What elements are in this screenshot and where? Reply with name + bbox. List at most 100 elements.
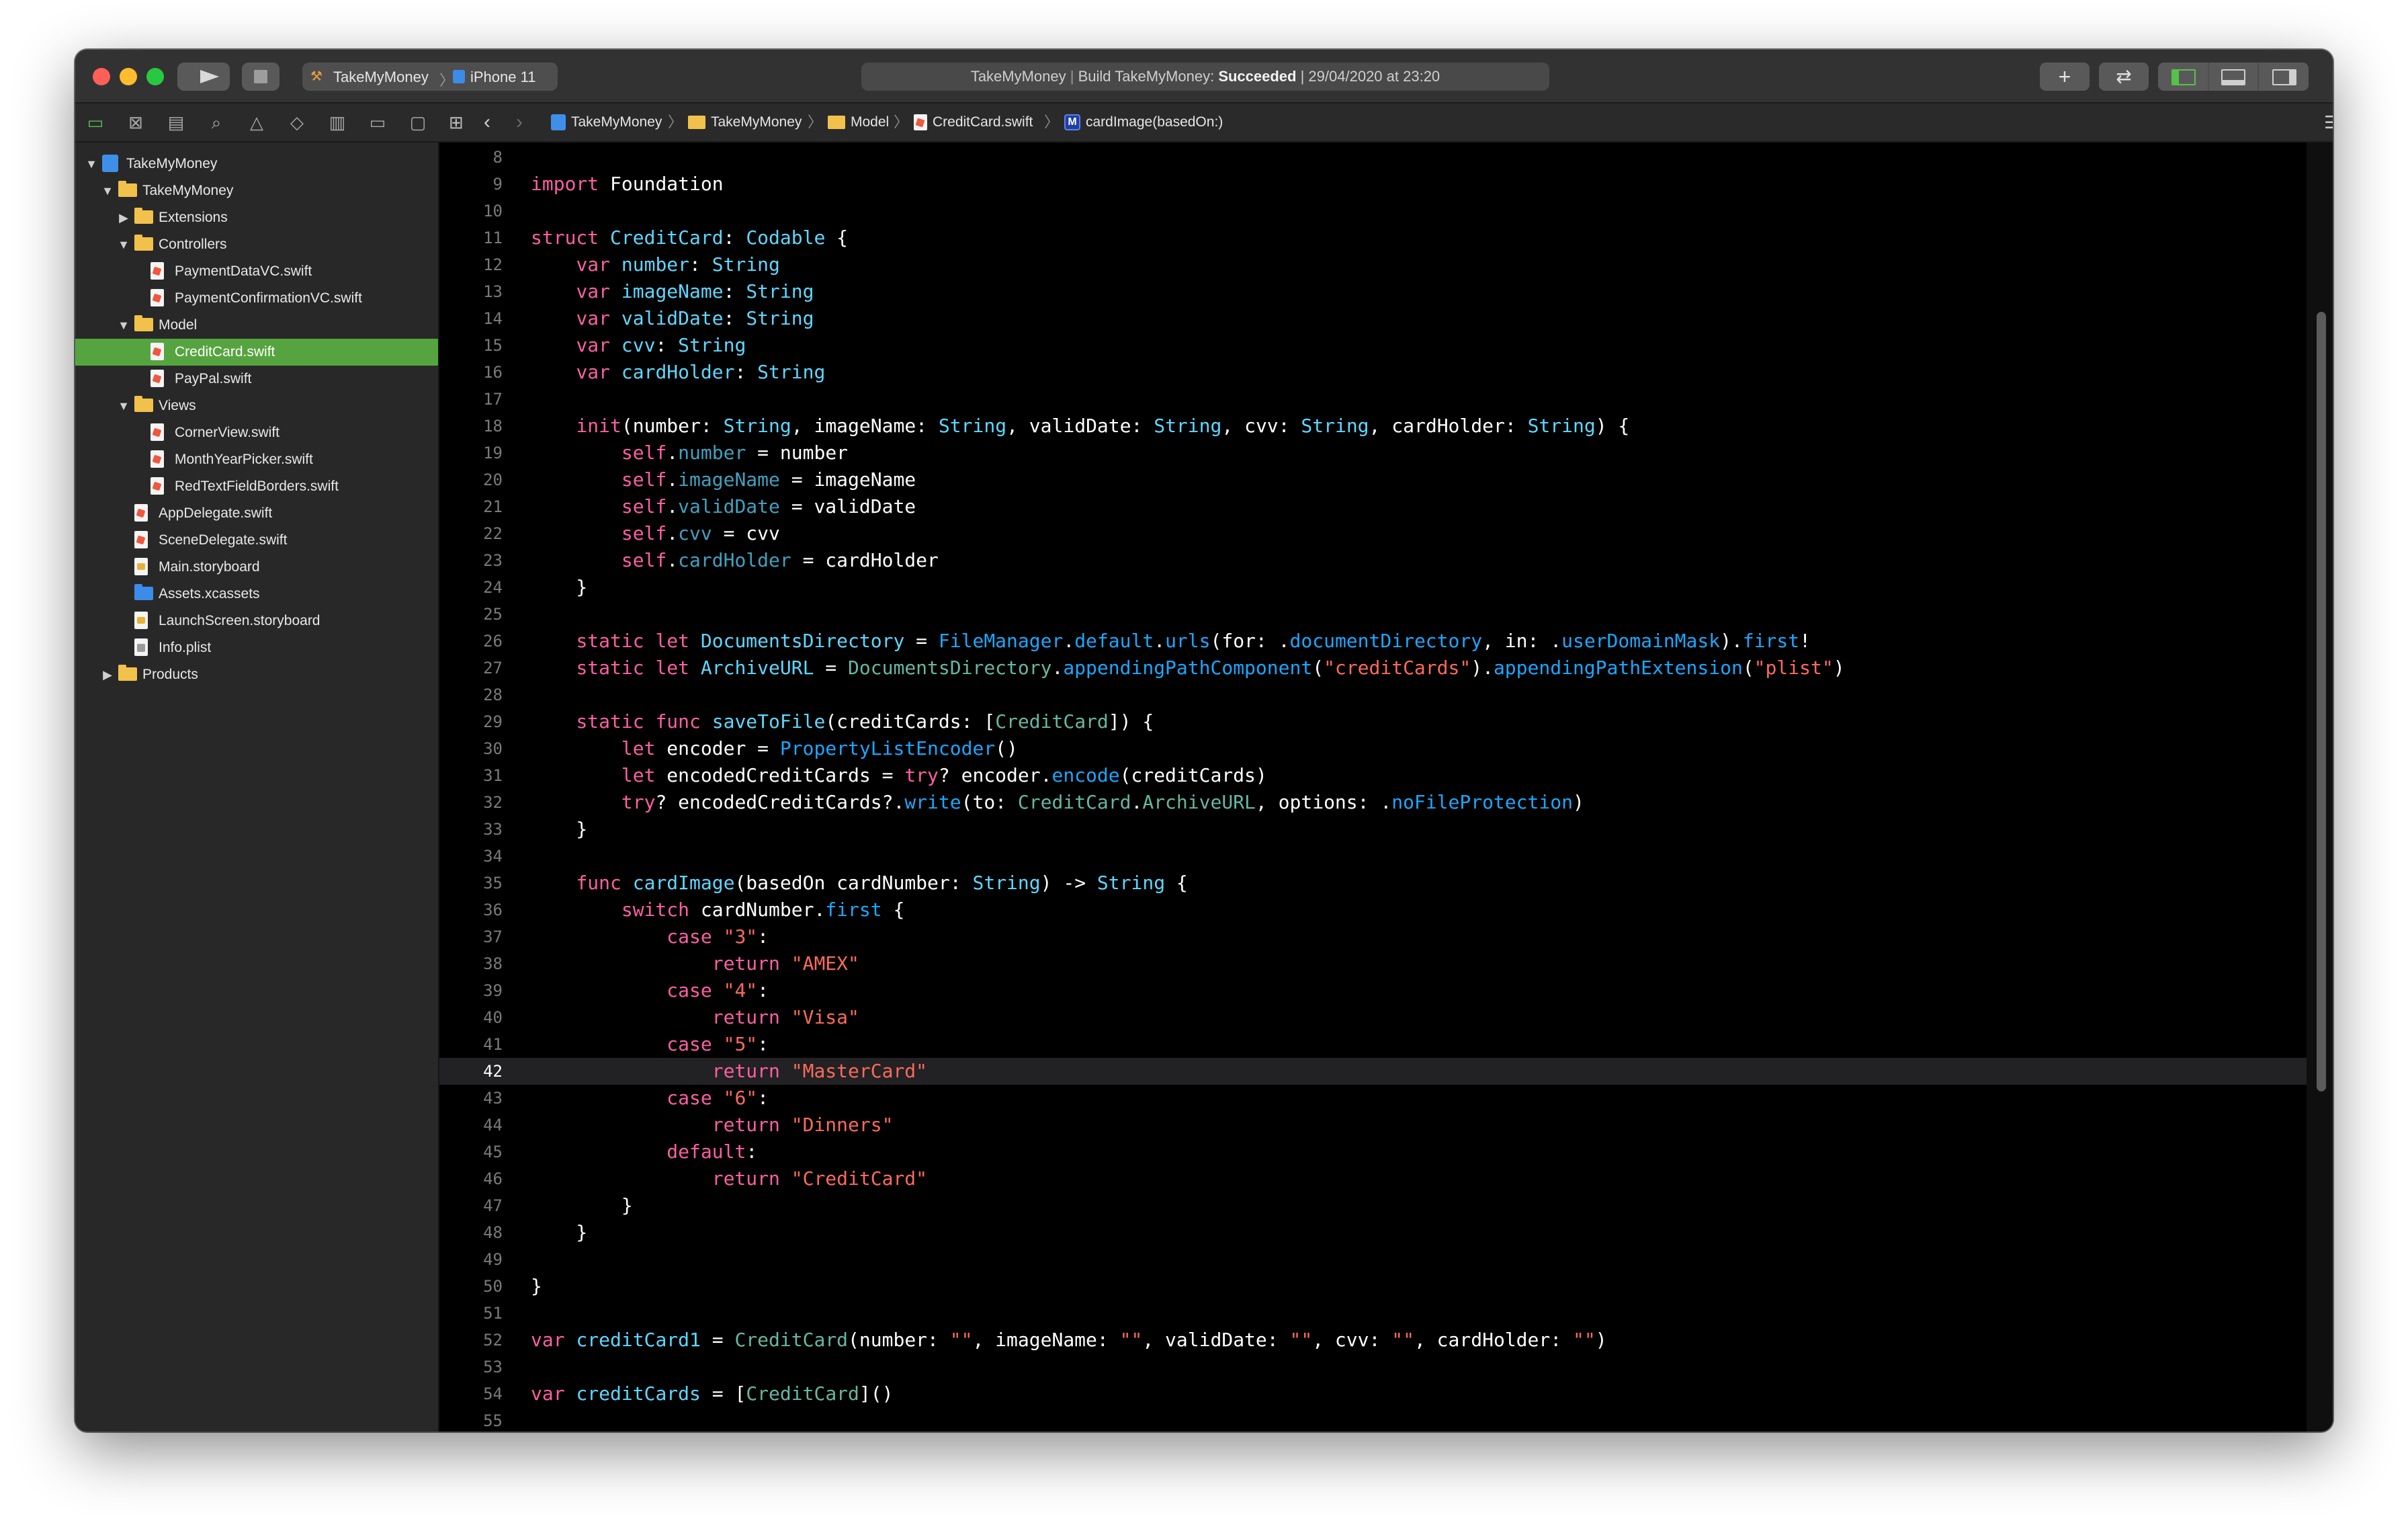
code-review-button[interactable]: ⇄ — [2099, 63, 2149, 91]
zoom-window-button[interactable] — [146, 68, 164, 85]
code-line[interactable]: let encodedCreditCards = try? encoder.en… — [531, 762, 1267, 789]
minimize-window-button[interactable] — [120, 68, 137, 85]
jump-crumb-symbol[interactable]: cardImage(basedOn:) — [1086, 104, 1223, 141]
activity-viewer[interactable]: TakeMyMoney | Build TakeMyMoney: Succeed… — [861, 63, 1549, 91]
code-line[interactable]: var creditCards = [CreditCard]() — [531, 1380, 893, 1407]
debug-navigator-icon[interactable]: ▥ — [327, 112, 348, 133]
tree-group-row[interactable]: ▶ Extensions — [75, 204, 438, 231]
report-navigator-icon[interactable]: ▢ — [407, 112, 429, 133]
source-control-icon[interactable]: ⊠ — [125, 112, 146, 133]
stop-button[interactable] — [242, 63, 280, 91]
code-line[interactable]: case "6": — [531, 1085, 769, 1112]
adjust-editor-options-icon[interactable]: ☰ — [2324, 104, 2333, 141]
find-navigator-icon[interactable]: ⌕ — [206, 112, 227, 133]
disclosure-closed-icon[interactable]: ▶ — [101, 661, 114, 688]
disclosure-closed-icon[interactable]: ▶ — [117, 204, 130, 231]
code-line[interactable]: } — [531, 816, 587, 843]
library-button[interactable]: + — [2040, 63, 2090, 91]
code-line[interactable]: static let DocumentsDirectory = FileMana… — [531, 628, 1811, 655]
tree-file-row[interactable]: RedTextFieldBorders.swift — [75, 473, 438, 500]
code-line[interactable]: switch cardNumber.first { — [531, 897, 904, 923]
code-line[interactable]: return "MasterCard" — [531, 1058, 927, 1085]
folder-icon — [118, 665, 137, 681]
code-line[interactable]: struct CreditCard: Codable { — [531, 224, 848, 251]
code-line[interactable]: self.cvv = cvv — [531, 520, 780, 547]
tree-file-row[interactable]: Assets.xcassets — [75, 581, 438, 608]
tree-group-row[interactable]: ▼ Model — [75, 312, 438, 339]
code-line[interactable]: self.imageName = imageName — [531, 466, 916, 493]
code-line[interactable]: let encoder = PropertyListEncoder() — [531, 735, 1018, 762]
breakpoint-navigator-icon[interactable]: ▭ — [367, 112, 388, 133]
jump-crumb-model[interactable]: Model — [851, 104, 889, 141]
related-items-icon[interactable]: ⊞ — [449, 104, 464, 141]
tree-file-row[interactable]: LaunchScreen.storyboard — [75, 608, 438, 634]
code-line[interactable]: case "5": — [531, 1031, 769, 1058]
code-line[interactable]: try? encodedCreditCards?.write(to: Credi… — [531, 789, 1584, 816]
tree-file-row[interactable]: Info.plist — [75, 634, 438, 661]
forward-arrow-icon[interactable]: › — [516, 104, 523, 141]
code-line[interactable]: static func saveToFile(creditCards: [Cre… — [531, 708, 1154, 735]
code-line[interactable]: } — [531, 574, 587, 601]
tree-file-row[interactable]: MonthYearPicker.swift — [75, 446, 438, 473]
disclosure-open-icon[interactable]: ▼ — [101, 177, 114, 204]
code-line[interactable]: } — [531, 1219, 587, 1246]
disclosure-open-icon[interactable]: ▼ — [117, 392, 130, 419]
code-line[interactable]: var cardHolder: String — [531, 359, 825, 386]
disclosure-open-icon[interactable]: ▼ — [117, 312, 130, 339]
code-line[interactable]: } — [531, 1192, 633, 1219]
code-line[interactable]: return "CreditCard" — [531, 1165, 927, 1192]
tree-file-row[interactable]: SceneDelegate.swift — [75, 527, 438, 554]
tree-item-label: Products — [142, 667, 198, 682]
code-line[interactable]: var imageName: String — [531, 278, 814, 305]
test-navigator-icon[interactable]: ◇ — [286, 112, 308, 133]
tree-file-row[interactable]: PaymentConfirmationVC.swift — [75, 285, 438, 312]
tree-file-row[interactable]: CornerView.swift — [75, 419, 438, 446]
project-navigator-icon[interactable]: ▭ — [85, 112, 106, 133]
toggle-navigator-button[interactable] — [2158, 63, 2208, 91]
code-line[interactable]: self.number = number — [531, 440, 848, 466]
tree-group-row[interactable]: ▼ TakeMyMoney — [75, 151, 438, 177]
tree-file-row[interactable]: PaymentDataVC.swift — [75, 258, 438, 285]
code-line[interactable]: func cardImage(basedOn cardNumber: Strin… — [531, 870, 1187, 897]
code-line[interactable]: var cvv: String — [531, 332, 746, 359]
tree-group-row[interactable]: ▼ Controllers — [75, 231, 438, 258]
code-line[interactable]: return "Dinners" — [531, 1112, 894, 1139]
scrollbar-thumb[interactable] — [2317, 312, 2326, 1091]
close-window-button[interactable] — [93, 68, 110, 85]
code-line[interactable]: var validDate: String — [531, 305, 814, 332]
tree-file-row[interactable]: CreditCard.swift — [75, 339, 438, 366]
code-line[interactable]: case "3": — [531, 923, 769, 950]
tree-group-row[interactable]: ▼ Views — [75, 392, 438, 419]
toggle-inspector-button[interactable] — [2259, 63, 2309, 91]
tree-file-row[interactable]: Main.storyboard — [75, 554, 438, 581]
jump-crumb-file[interactable]: CreditCard.swift — [933, 104, 1033, 141]
code-line[interactable]: return "AMEX" — [531, 950, 859, 977]
code-line[interactable]: } — [531, 1273, 542, 1300]
toggle-debug-area-button[interactable] — [2209, 63, 2258, 91]
tree-file-row[interactable]: AppDelegate.swift — [75, 500, 438, 527]
line-number: 55 — [483, 1411, 503, 1430]
jump-crumb-project[interactable]: TakeMyMoney — [571, 104, 662, 141]
back-arrow-icon[interactable]: ‹ — [484, 104, 490, 141]
tree-file-row[interactable]: PayPal.swift — [75, 366, 438, 392]
code-line[interactable]: self.validDate = validDate — [531, 493, 916, 520]
jump-crumb-group[interactable]: TakeMyMoney — [711, 104, 802, 141]
code-line[interactable]: case "4": — [531, 977, 769, 1004]
code-line[interactable]: default: — [531, 1139, 757, 1165]
tree-group-row[interactable]: ▼ TakeMyMoney — [75, 177, 438, 204]
code-line[interactable]: return "Visa" — [531, 1004, 859, 1031]
run-button[interactable] — [177, 63, 230, 91]
disclosure-open-icon[interactable]: ▼ — [117, 231, 130, 258]
code-line[interactable]: var creditCard1 = CreditCard(number: "",… — [531, 1327, 1607, 1354]
code-line[interactable]: self.cardHolder = cardHolder — [531, 547, 939, 574]
disclosure-open-icon[interactable]: ▼ — [85, 151, 98, 177]
symbol-navigator-icon[interactable]: ▤ — [165, 112, 187, 133]
source-editor[interactable]: 8 9 import Foundation 10 11 struct CreditCard… — [439, 142, 2333, 1432]
code-line[interactable]: var number: String — [531, 251, 779, 278]
tree-group-row[interactable]: ▶ Products — [75, 661, 438, 688]
issue-navigator-icon[interactable]: △ — [246, 112, 267, 133]
scheme-selector[interactable]: ⚒ TakeMyMoney 〉 iPhone 11 — [302, 63, 558, 91]
code-line[interactable]: static let ArchiveURL = DocumentsDirecto… — [531, 655, 1844, 681]
code-line[interactable]: init(number: String, imageName: String, … — [531, 413, 1629, 440]
code-line[interactable]: import Foundation — [531, 171, 724, 198]
